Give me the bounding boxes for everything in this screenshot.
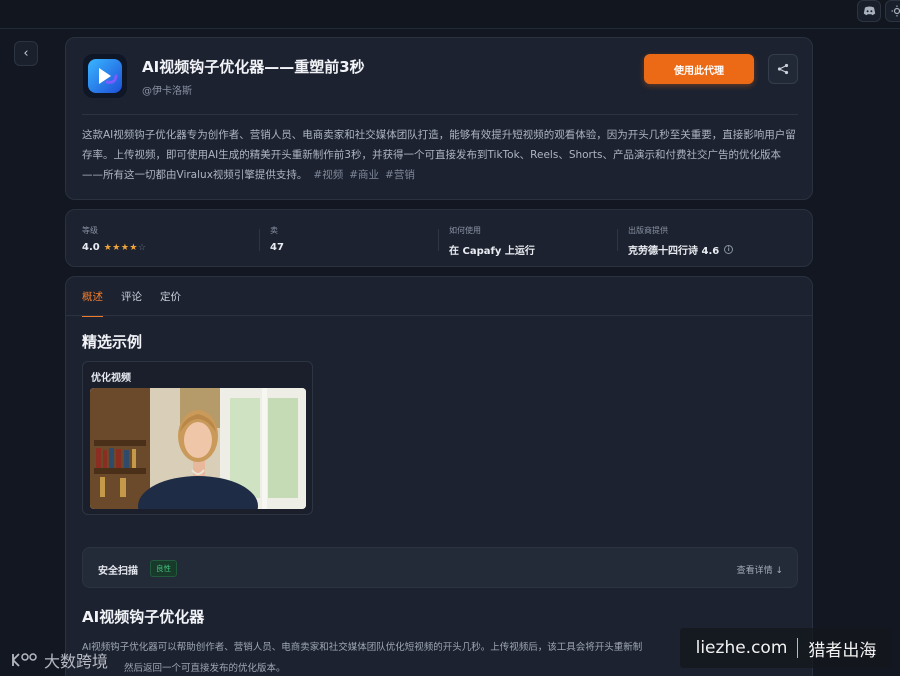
info-icon[interactable]: i <box>724 245 734 254</box>
howto-value[interactable]: 在 Capafy 上运行 <box>449 242 535 257</box>
app-logo <box>83 54 127 98</box>
stat-howto: 如何使用 在 Capafy 上运行 <box>449 226 535 257</box>
rating-value: 4.0 <box>82 242 100 253</box>
provider-value: 克劳德十四行诗 4.6 <box>628 246 720 257</box>
tab-pricing[interactable]: 定价 <box>160 289 181 317</box>
discord-icon[interactable] <box>857 0 881 22</box>
top-bar <box>0 0 900 29</box>
video-thumbnail[interactable] <box>90 388 306 509</box>
header-divider <box>82 114 798 115</box>
stat-provider: 出版商提供 克劳德十四行诗 4.6 i <box>628 225 734 257</box>
rating-stars: ★★★★☆ <box>103 242 147 253</box>
tab-reviews[interactable]: 评论 <box>121 289 142 317</box>
tag-video[interactable]: #视频 <box>313 169 343 181</box>
tag-marketing[interactable]: #营销 <box>385 169 415 181</box>
stat-rating: 等级 4.0 ★★★★☆ <box>82 226 147 253</box>
app-description: 这款AI视频钩子优化器专为创作者、营销人员、电商卖家和社交媒体团队打造，能够有效… <box>82 129 796 181</box>
watermark-left: 大数跨境 <box>10 648 108 672</box>
description-title: AI视频钩子优化器 <box>82 608 205 626</box>
theme-toggle-icon[interactable] <box>885 0 900 22</box>
share-button[interactable] <box>768 54 798 84</box>
status-badge: 良性 <box>150 560 177 577</box>
tabs-divider <box>66 315 812 316</box>
share-icon <box>777 63 789 75</box>
tag-business[interactable]: #商业 <box>349 169 379 181</box>
stat-divider <box>617 229 618 251</box>
example-label: 优化视频 <box>91 373 131 384</box>
tab-overview[interactable]: 概述 <box>82 289 103 317</box>
back-button[interactable]: ‹ <box>14 41 38 66</box>
use-agent-button[interactable]: 使用此代理 <box>644 54 754 84</box>
app-title: AI视频钩子优化器——重塑前3秒 <box>142 58 365 76</box>
stat-divider <box>438 229 439 251</box>
main-content-card: 概述 评论 定价 精选示例 优化视频 安全扫描 良性 查看详情 ↓ AI视频钩子… <box>65 276 813 676</box>
stat-divider <box>259 229 260 251</box>
stat-runs: 卖 47 <box>270 226 284 253</box>
featured-examples-title: 精选示例 <box>82 333 143 351</box>
runs-value: 47 <box>270 242 284 253</box>
watermark-logo <box>12 653 37 667</box>
tab-bar: 概述 评论 定价 <box>82 289 181 317</box>
view-details-link[interactable]: 查看详情 ↓ <box>737 563 783 576</box>
security-scan-panel[interactable]: 安全扫描 良性 查看详情 ↓ <box>82 547 798 588</box>
stats-card: 等级 4.0 ★★★★☆ 卖 47 如何使用 在 Capafy 上运行 出版商提… <box>65 209 813 267</box>
agent-header-card: AI视频钩子优化器——重塑前3秒 @伊卡洛斯 使用此代理 这款AI视频钩子优化器… <box>65 37 813 200</box>
arrow-down-icon: ↓ <box>775 566 783 576</box>
security-scan-title: 安全扫描 <box>98 566 138 577</box>
app-author[interactable]: @伊卡洛斯 <box>142 82 192 97</box>
watermark-right: liezhe.com 猎者出海 <box>680 628 892 668</box>
chevron-left-icon: ‹ <box>23 46 29 61</box>
example-card[interactable]: 优化视频 <box>82 361 313 515</box>
